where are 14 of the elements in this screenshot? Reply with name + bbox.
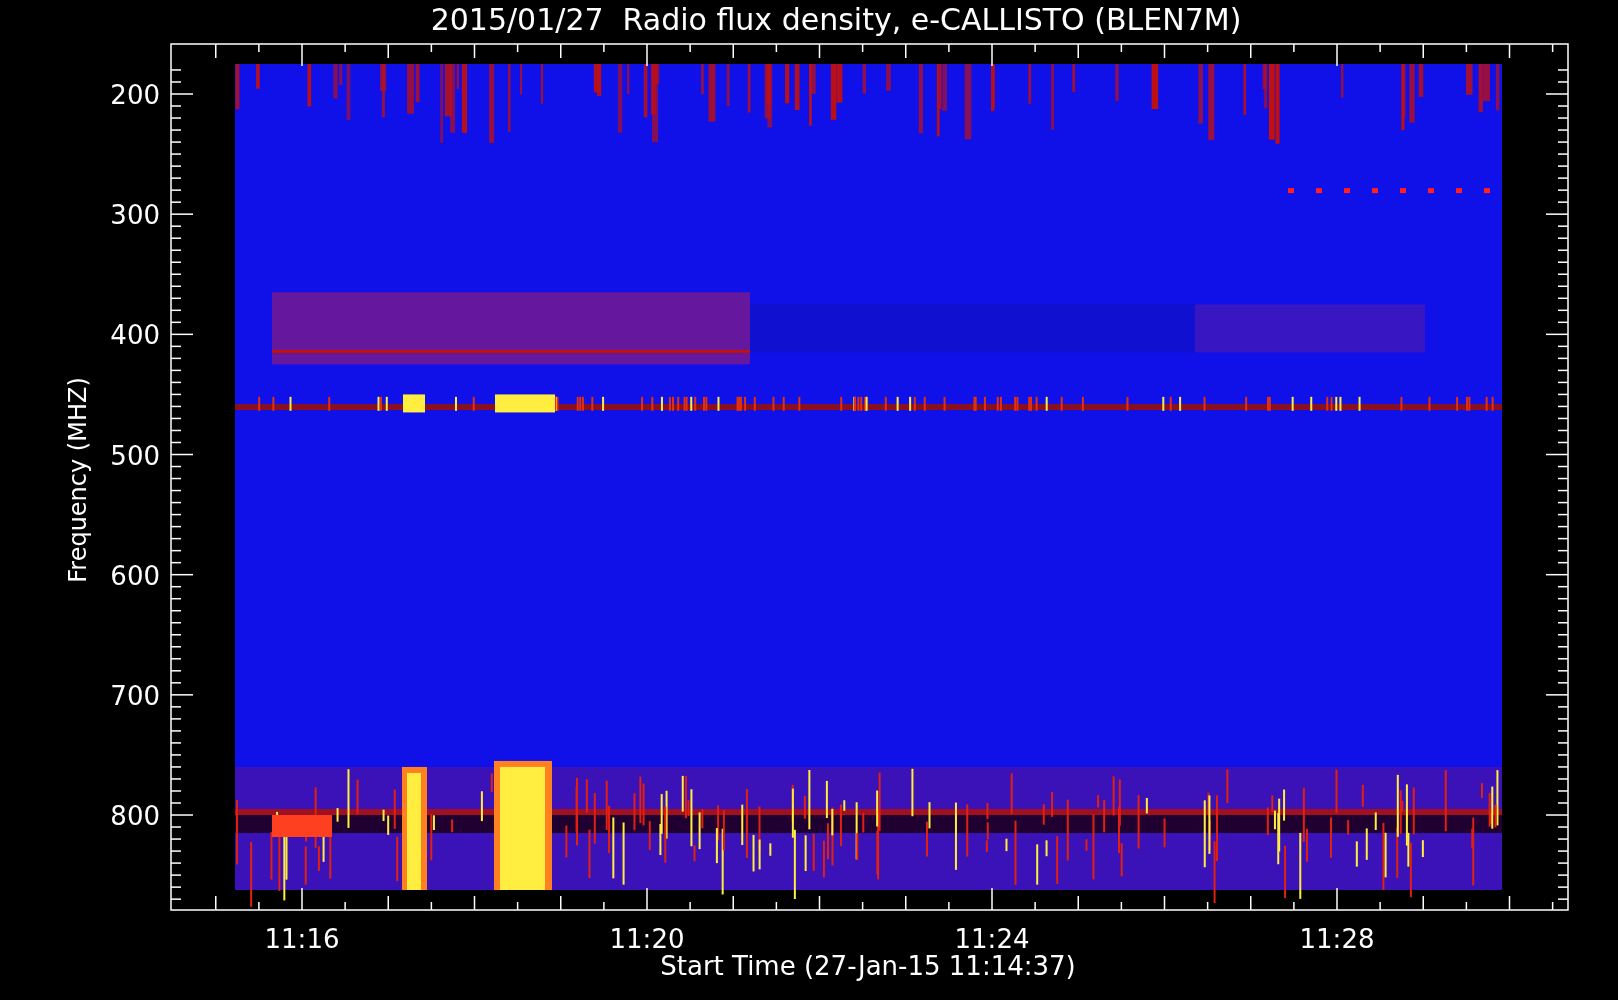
- chart-title: 2015/01/27 Radio flux density, e-CALLISTO (BLEN7M): [430, 2, 1242, 37]
- x-tick-label: 11:28: [1299, 924, 1375, 954]
- x-tick-label: 11:20: [609, 924, 685, 954]
- y-tick-label: 400: [110, 320, 160, 351]
- y-tick-label: 300: [110, 200, 160, 231]
- x-tick-label: 11:16: [264, 924, 340, 954]
- y-tick-label: 600: [110, 560, 160, 591]
- y-tick-label: 700: [110, 680, 160, 711]
- y-tick-label: 500: [110, 440, 160, 471]
- y-tick-label: 800: [110, 801, 160, 831]
- x-tick-label: 11:24: [954, 924, 1030, 954]
- x-axis-label: Start Time (27-Jan-15 11:14:37): [660, 951, 1076, 981]
- y-tick-label: 200: [110, 80, 160, 110]
- y-axis-label: Frequency (MHZ): [64, 377, 92, 583]
